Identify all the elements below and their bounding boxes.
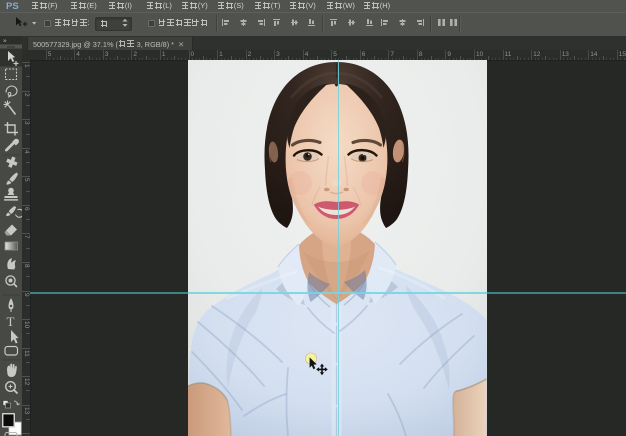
svg-text:»: » [3, 38, 7, 45]
svg-text:T: T [7, 314, 15, 329]
